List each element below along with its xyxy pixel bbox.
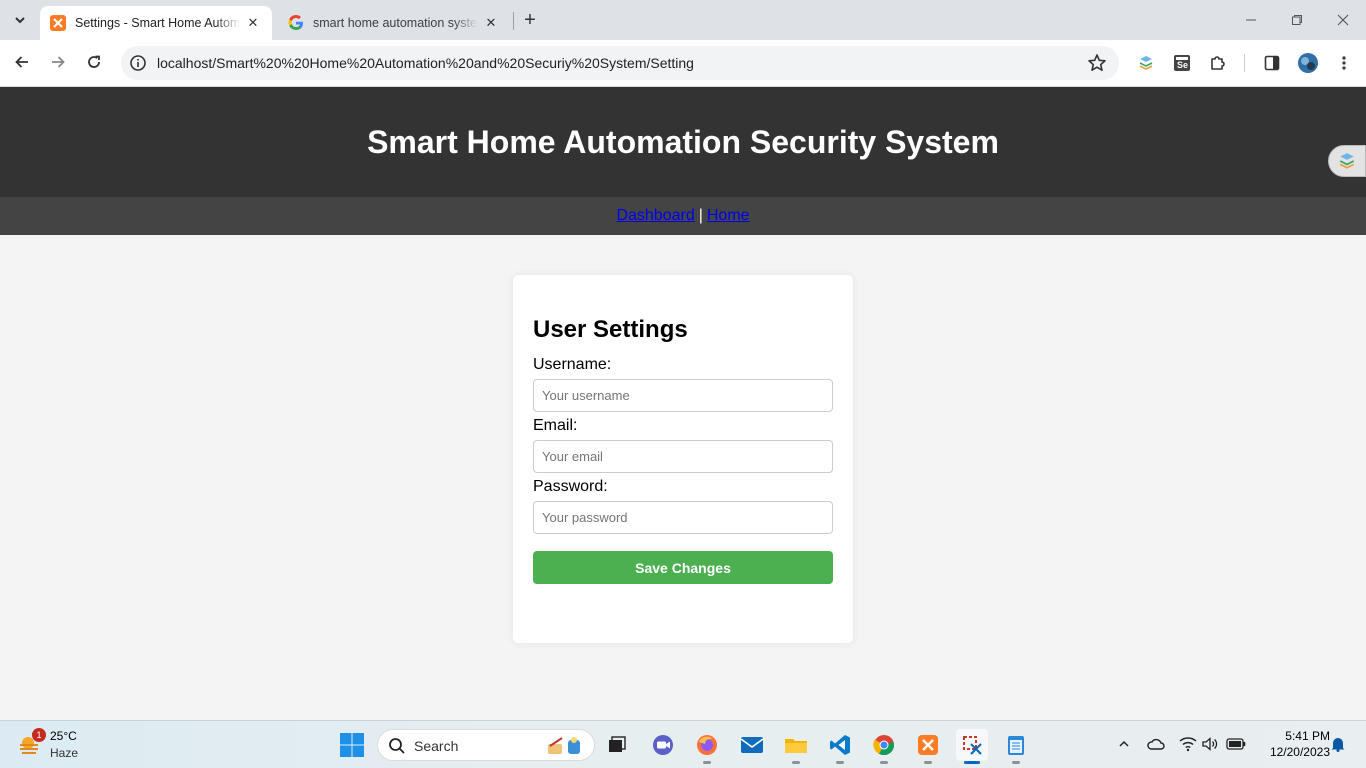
running-indicator [880,761,888,764]
search-label: Search [414,738,459,754]
side-panel-icon[interactable] [1260,51,1284,75]
volume-icon[interactable] [1199,733,1221,755]
selenium-extension-icon[interactable]: Se [1170,51,1194,75]
vscode-icon[interactable] [824,729,856,764]
mail-icon[interactable] [736,729,768,761]
taskbar-search-box[interactable]: Search [377,729,595,761]
search-icon [388,737,406,755]
user-settings-card: User Settings Username: Email: Password:… [513,275,853,643]
password-input[interactable] [533,501,833,534]
chrome-icon[interactable] [868,729,900,764]
nav-link-dashboard[interactable]: Dashboard [616,207,694,225]
browser-toolbar: localhost/Smart%20%20Home%20Automation%2… [0,40,1366,87]
username-label: Username: [533,356,612,373]
search-highlight-icon [544,734,588,758]
profile-avatar[interactable] [1296,51,1320,75]
new-tab-icon[interactable]: + [518,8,542,32]
reload-icon[interactable] [80,48,108,76]
snipping-tool-icon[interactable] [956,729,988,764]
tab-title: smart home automation system [313,16,478,30]
running-indicator [703,761,711,764]
tab-title: Settings - Smart Home Automation Securit… [75,16,240,30]
browser-tabstrip: Settings - Smart Home Automation Securit… [0,0,1366,40]
site-title: Smart Home Automation Security System [367,123,999,160]
tab-search-chevron-icon[interactable] [8,8,32,32]
nav-separator: | [698,207,703,224]
site-info-icon[interactable] [129,54,147,72]
username-input[interactable] [533,379,833,412]
password-label: Password: [533,478,608,495]
wifi-icon[interactable] [1177,733,1199,755]
extensions-puzzle-icon[interactable] [1206,51,1230,75]
file-explorer-icon[interactable] [780,729,812,764]
page-viewport: Smart Home Automation Security System Da… [0,87,1366,720]
clock-time: 5:41 PM [1285,729,1330,743]
running-indicator [1012,761,1020,764]
google-favicon-icon [288,15,304,31]
running-indicator [792,761,800,764]
forward-arrow-icon[interactable] [44,48,72,76]
weather-temperature: 25°C [50,729,77,743]
save-changes-button[interactable]: Save Changes [533,551,833,584]
running-indicator [836,761,844,764]
settings-heading: User Settings [533,316,688,343]
tab-separator [513,12,514,30]
running-indicator [924,761,932,764]
show-hidden-icons-chevron-icon[interactable] [1113,733,1135,755]
email-input[interactable] [533,440,833,473]
notification-badge: 1 [32,728,46,742]
minimize-icon[interactable] [1228,0,1274,40]
address-bar[interactable]: localhost/Smart%20%20Home%20Automation%2… [121,46,1119,80]
task-view-icon[interactable] [601,729,633,761]
restore-icon[interactable] [1274,0,1320,40]
weather-widget[interactable]: 1 25°C Haze [14,727,114,763]
back-arrow-icon[interactable] [8,48,36,76]
email-label: Email: [533,417,578,434]
svg-text:Se: Se [1177,60,1188,70]
floating-extension-icon[interactable] [1328,145,1366,177]
xampp-icon[interactable] [912,729,944,764]
battery-icon[interactable] [1225,733,1247,755]
browser-menu-icon[interactable] [1332,51,1356,75]
tab-settings[interactable]: Settings - Smart Home Automation Securit… [40,6,272,40]
extension-layers-icon[interactable] [1134,51,1158,75]
teams-meet-icon[interactable] [647,729,679,761]
clock-date: 12/20/2023 [1269,745,1330,759]
windows-start-icon[interactable] [339,732,365,758]
weather-condition: Haze [50,746,79,760]
notification-bell-icon[interactable] [1327,733,1349,755]
site-nav: Dashboard | Home [0,197,1366,235]
firefox-icon[interactable] [691,729,723,764]
tab-google-search[interactable]: smart home automation system ✕ [278,6,510,40]
tab-close-icon[interactable]: ✕ [244,14,262,32]
xampp-favicon-icon [50,15,66,31]
toolbar-separator [1244,54,1245,72]
windows-taskbar: 1 25°C Haze Search 5:41 PM 12/20/2023 [0,720,1366,768]
nav-link-home[interactable]: Home [707,207,750,225]
bookmark-star-icon[interactable] [1087,53,1107,73]
site-header: Smart Home Automation Security System [0,87,1366,197]
notepad-icon[interactable] [1000,729,1032,764]
url-text[interactable]: localhost/Smart%20%20Home%20Automation%2… [157,55,694,71]
close-window-icon[interactable] [1320,0,1366,40]
onedrive-cloud-icon[interactable] [1145,733,1167,755]
running-indicator [964,761,980,764]
tab-close-icon[interactable]: ✕ [482,14,500,32]
system-clock[interactable]: 5:41 PM 12/20/2023 [1254,728,1330,760]
